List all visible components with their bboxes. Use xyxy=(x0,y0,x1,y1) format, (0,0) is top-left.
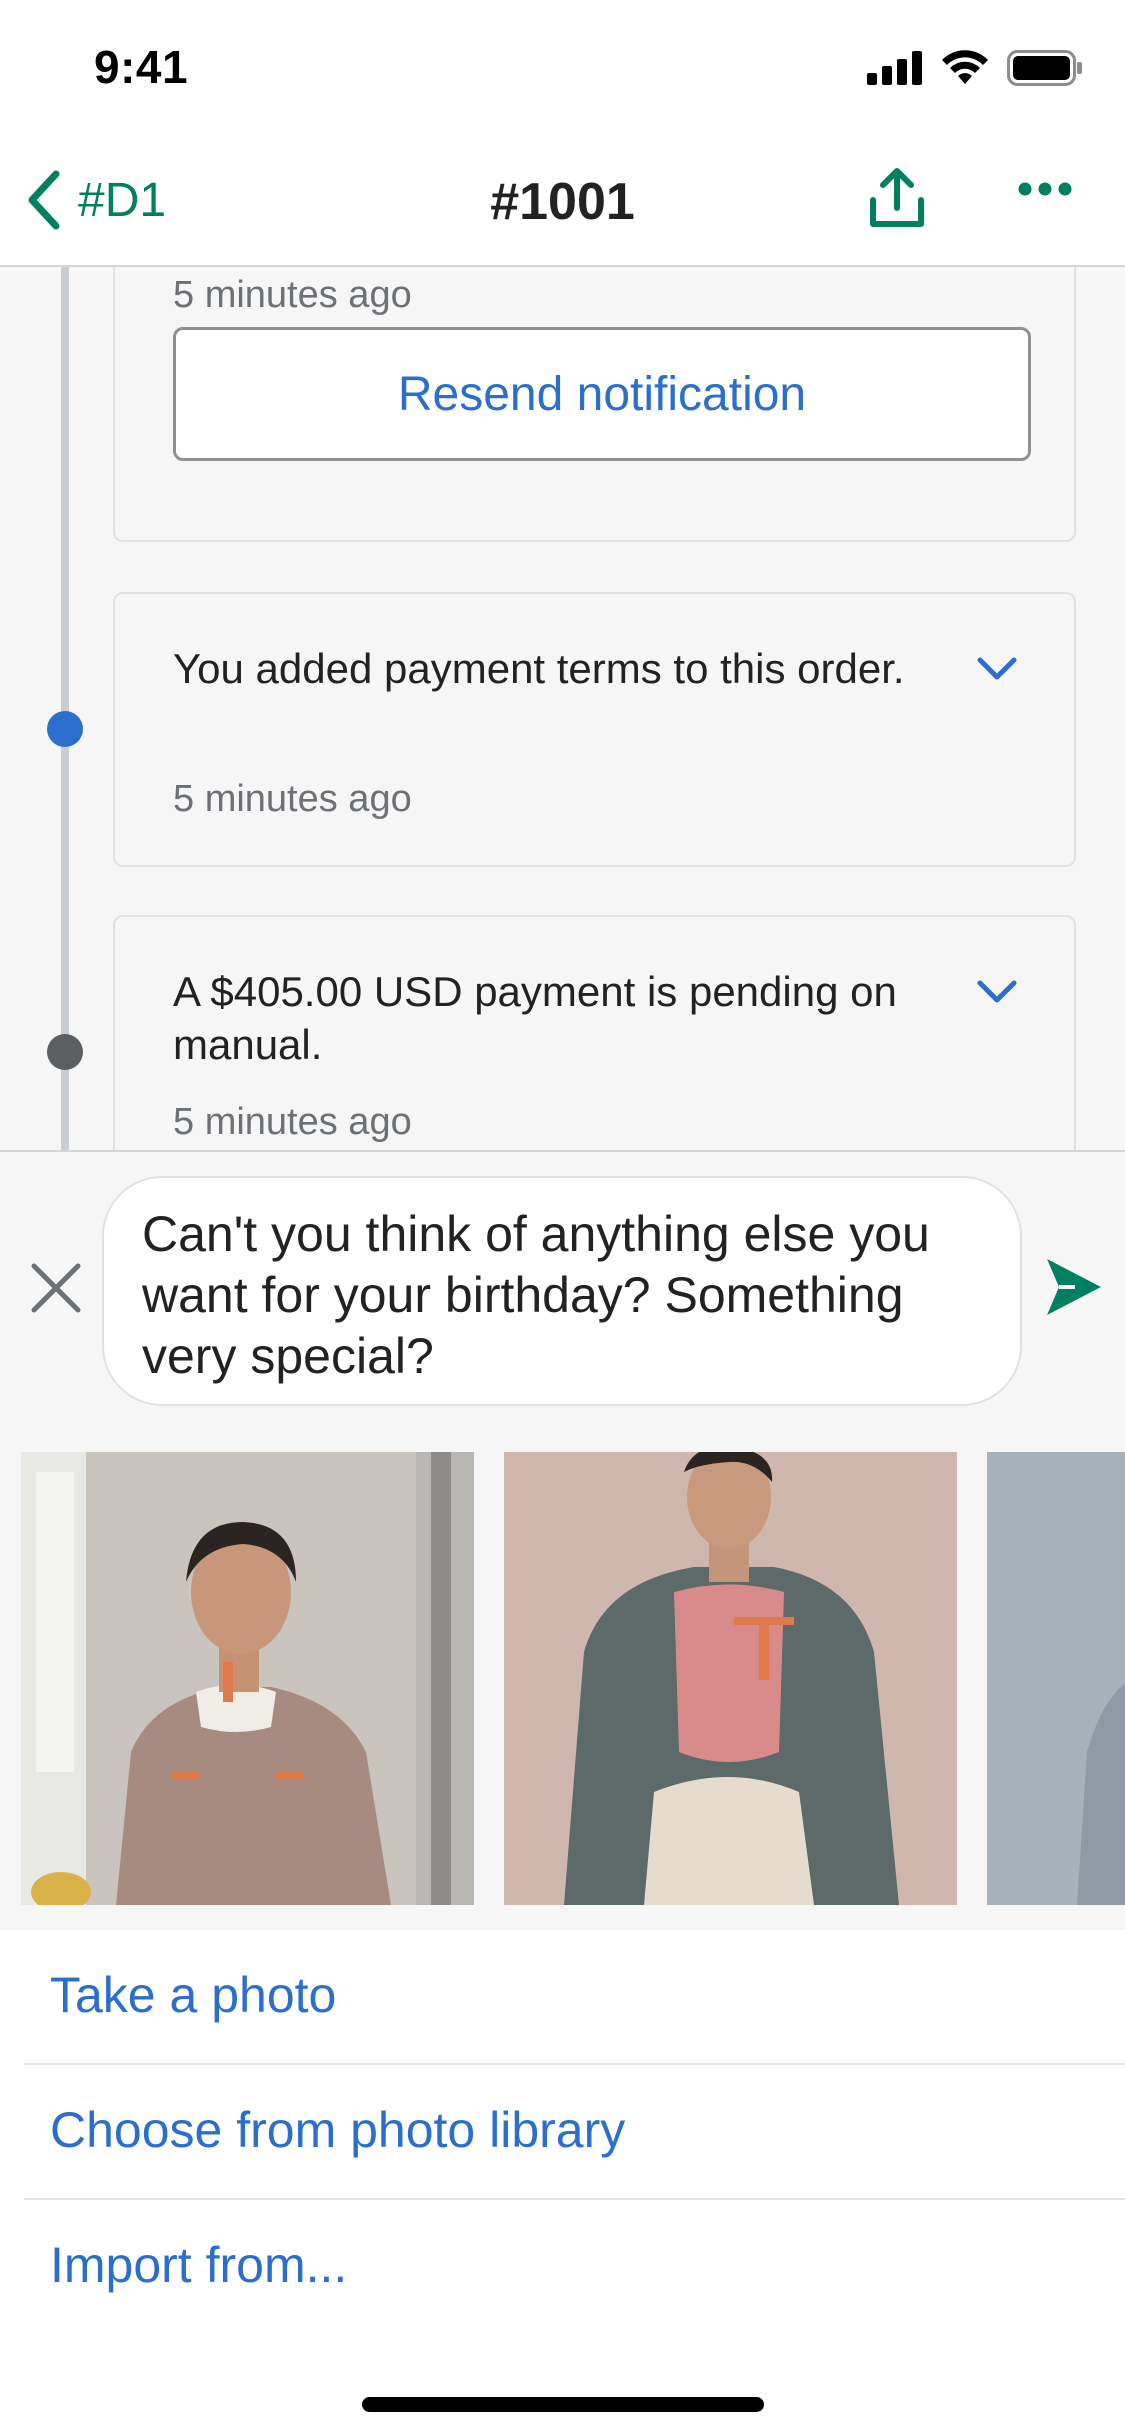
photo-thumbnail[interactable] xyxy=(987,1452,1125,1905)
close-button[interactable] xyxy=(30,1262,82,1319)
battery-icon xyxy=(1007,50,1082,86)
ellipsis-icon xyxy=(1018,182,1072,196)
timeline-dot-active xyxy=(47,711,83,747)
take-photo-option[interactable]: Take a photo xyxy=(24,1930,1125,2065)
order-timeline: 5 minutes ago Resend notification You ad… xyxy=(0,267,1125,1150)
photo-strip[interactable] xyxy=(0,1452,1125,1907)
send-button[interactable] xyxy=(1045,1257,1103,1322)
timeline-card-notification: 5 minutes ago Resend notification xyxy=(113,267,1076,542)
photo-thumbnail[interactable] xyxy=(504,1452,957,1905)
message-composer: Can't you think of anything else you wan… xyxy=(0,1150,1125,1932)
chevron-down-icon[interactable] xyxy=(976,656,1018,682)
photo-3-image xyxy=(987,1452,1125,1905)
timeline-dot xyxy=(47,1034,83,1070)
photo-1-image xyxy=(21,1452,474,1905)
nav-bar: #D1 #1001 xyxy=(0,140,1125,267)
send-icon xyxy=(1047,1259,1101,1315)
share-icon xyxy=(870,168,924,227)
choose-library-option[interactable]: Choose from photo library xyxy=(24,2065,1125,2200)
status-bar: 9:41 xyxy=(0,0,1125,140)
event-time: 5 minutes ago xyxy=(173,274,412,316)
chevron-down-icon[interactable] xyxy=(976,979,1018,1005)
event-text: You added payment terms to this order. xyxy=(173,645,905,692)
timeline-line xyxy=(61,267,69,1150)
status-time: 9:41 xyxy=(94,41,189,93)
wifi-icon xyxy=(942,50,988,84)
photo-2-image xyxy=(504,1452,957,1905)
photo-action-sheet: Take a photo Choose from photo library I… xyxy=(0,1930,1125,2436)
home-indicator[interactable] xyxy=(362,2397,764,2412)
close-icon xyxy=(31,1263,81,1313)
import-from-option[interactable]: Import from... xyxy=(24,2200,1125,2335)
page-title: #1001 xyxy=(490,173,635,231)
more-options-button[interactable] xyxy=(1018,182,1072,201)
resend-notification-button[interactable]: Resend notification xyxy=(173,327,1031,461)
event-text: A $405.00 USD payment is pending on manu… xyxy=(173,968,897,1068)
message-input[interactable]: Can't you think of anything else you wan… xyxy=(102,1176,1022,1406)
event-time: 5 minutes ago xyxy=(173,778,412,820)
choose-library-label: Choose from photo library xyxy=(50,2102,626,2158)
cellular-signal-icon xyxy=(867,51,922,85)
take-photo-label: Take a photo xyxy=(50,1967,337,2023)
timeline-card-payment-pending[interactable]: A $405.00 USD payment is pending on manu… xyxy=(113,915,1076,1150)
import-from-label: Import from... xyxy=(50,2237,348,2293)
share-button[interactable] xyxy=(868,166,926,235)
photo-thumbnail[interactable] xyxy=(21,1452,474,1905)
status-icons xyxy=(867,50,1083,86)
event-time: 5 minutes ago xyxy=(173,1101,412,1143)
timeline-card-payment-terms[interactable]: You added payment terms to this order. 5… xyxy=(113,592,1076,867)
